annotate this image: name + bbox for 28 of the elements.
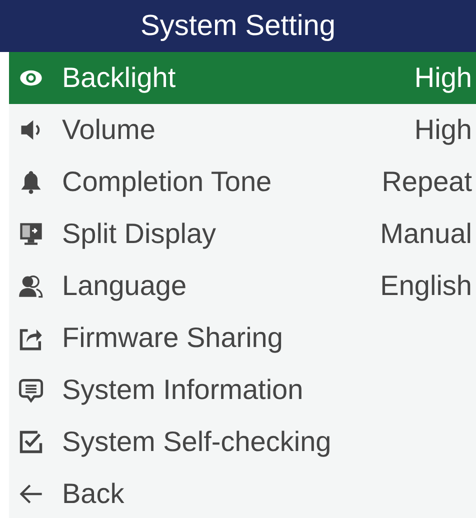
item-value: High xyxy=(414,62,472,94)
menu-item[interactable]: System Self-checking xyxy=(9,416,476,468)
menu-item[interactable]: Language English xyxy=(9,260,476,312)
item-label: Volume xyxy=(62,114,156,146)
item-value: High xyxy=(414,114,472,146)
people-icon xyxy=(18,273,44,299)
menu-item[interactable]: Completion Tone Repeat xyxy=(9,156,476,208)
item-label: Split Display xyxy=(62,218,218,250)
menu-item[interactable]: Back xyxy=(9,468,476,518)
menu-item[interactable]: Volume High xyxy=(9,104,476,156)
item-label: Backlight xyxy=(62,62,177,94)
item-value: Repeat xyxy=(382,166,472,198)
checkbox-icon xyxy=(18,429,44,455)
item-label: Completion Tone xyxy=(62,166,273,198)
menu-item[interactable]: Firmware Sharing xyxy=(9,312,476,364)
menu-item[interactable]: Backlight High xyxy=(9,52,476,104)
item-label: Firmware Sharing xyxy=(62,322,284,354)
item-label: System Information xyxy=(62,374,304,406)
item-value: English xyxy=(380,270,472,302)
window-title: System Setting xyxy=(0,0,476,52)
item-value: Manual xyxy=(380,218,472,250)
item-label: System Self-checking xyxy=(62,426,332,458)
message-icon xyxy=(18,377,44,403)
menu-item[interactable]: Split Display Manual xyxy=(9,208,476,260)
item-label: Language xyxy=(62,270,188,302)
monitor-icon xyxy=(18,221,44,247)
menu-item[interactable]: System Information xyxy=(9,364,476,416)
item-label: Back xyxy=(62,478,126,510)
